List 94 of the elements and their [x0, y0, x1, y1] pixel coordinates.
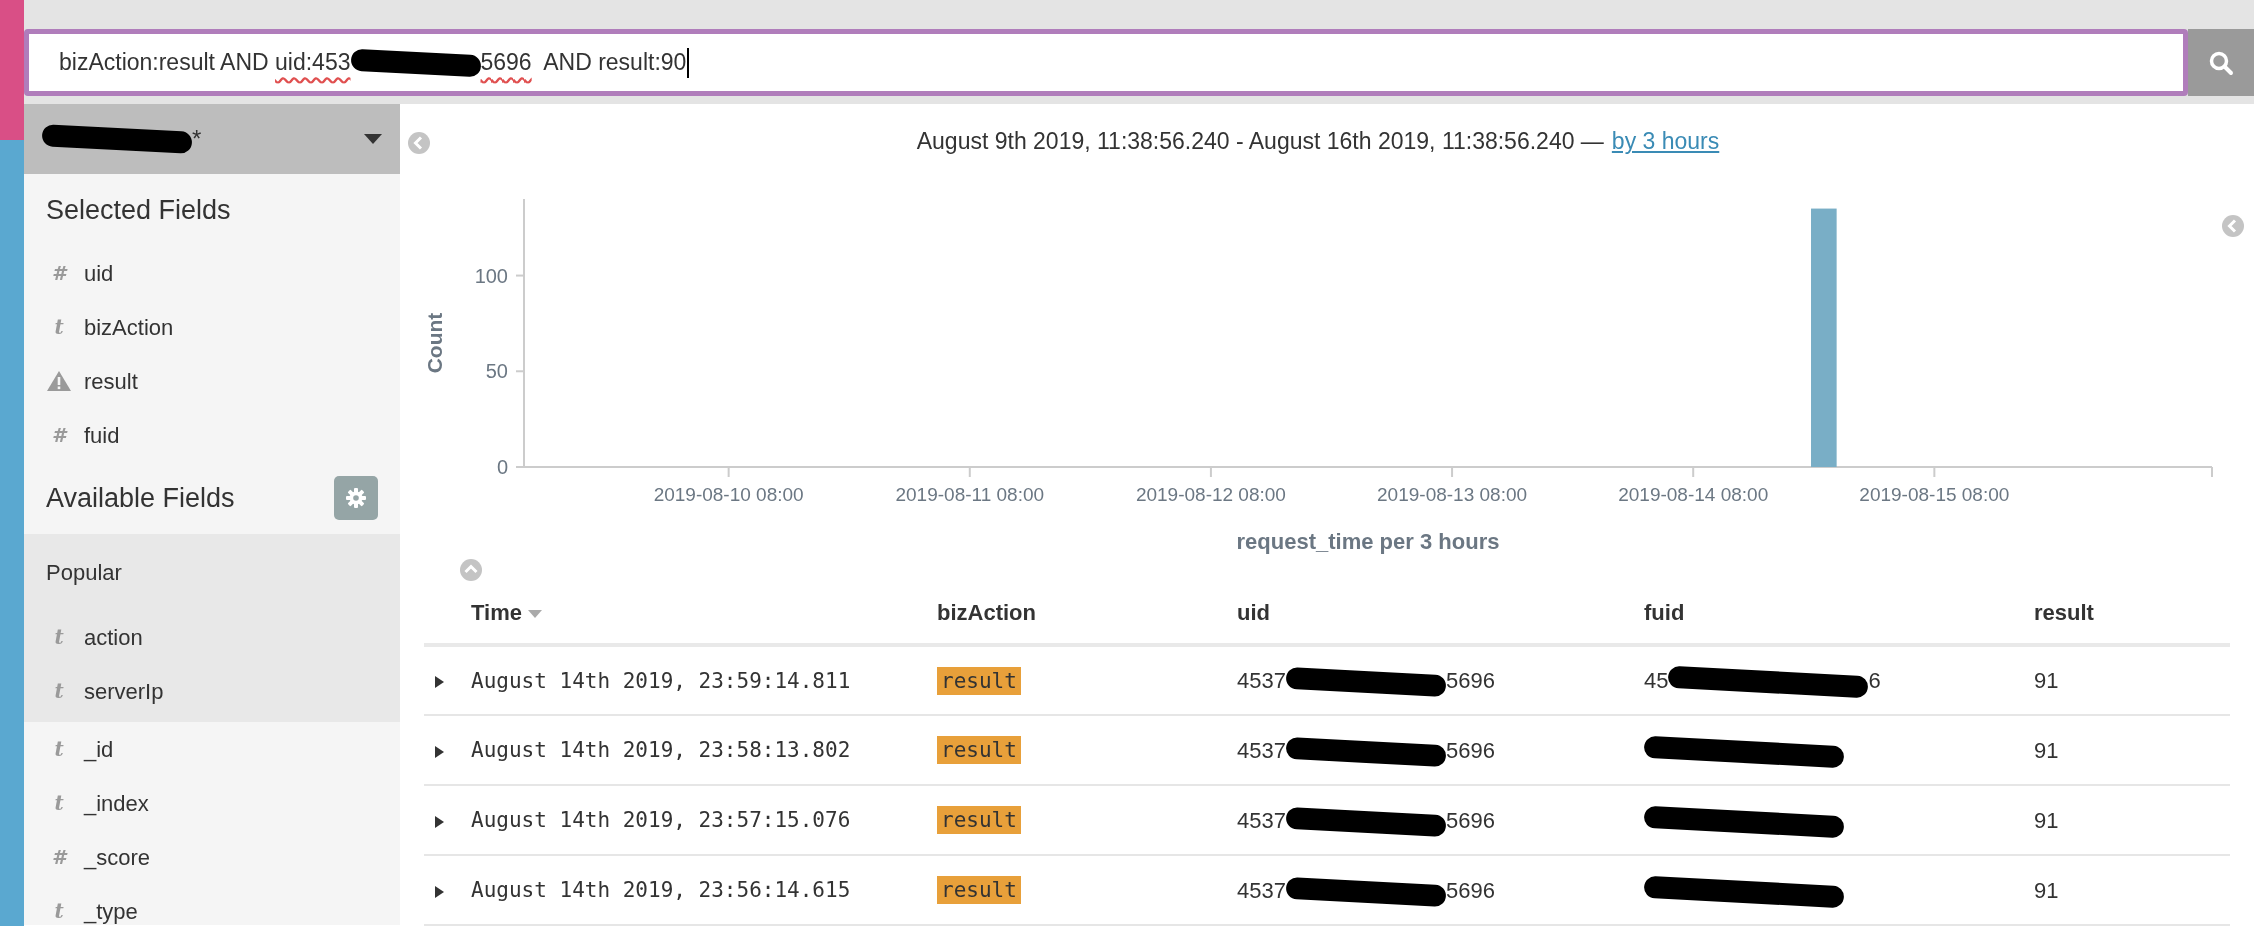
column-header[interactable]: bizAction	[936, 581, 1236, 645]
field-item[interactable]: # fuid	[24, 408, 400, 462]
column-header[interactable]: fuid	[1643, 581, 2033, 645]
x-tick-label: 2019-08-14 08:00	[1618, 484, 1769, 505]
field-item[interactable]: result	[24, 354, 400, 408]
collapse-icon[interactable]	[408, 132, 430, 155]
string-type-icon: t	[46, 676, 72, 706]
table-cell-text: 4537	[1237, 668, 1286, 693]
table-cell-text: 45	[1644, 668, 1669, 693]
field-item[interactable]: t action	[24, 610, 400, 664]
timestamp: August 14th 2019, 23:56:14.615	[471, 878, 851, 903]
string-type-icon: t	[46, 622, 72, 652]
field-item[interactable]: # uid	[24, 246, 400, 300]
table-cell-text: 6	[1868, 668, 1881, 693]
field-name: action	[84, 623, 143, 652]
timestamp: August 14th 2019, 23:59:14.811	[471, 668, 851, 693]
field-name: _score	[84, 843, 151, 872]
table-cell-text: 91	[2034, 807, 2059, 833]
number-type-icon: #	[46, 258, 72, 288]
time-range-text: August 9th 2019, 11:38:56.240 - August 16th 2019, 11:38:56.240 —	[916, 127, 1604, 157]
string-type-icon: t	[46, 788, 72, 818]
table-cell-text: 5696	[1445, 668, 1495, 693]
field-name: serverIp	[84, 677, 164, 706]
field-name: bizAction	[84, 313, 174, 342]
field-item[interactable]: t bizAction	[24, 300, 400, 354]
table-cell-text: 4537	[1237, 737, 1286, 763]
number-type-icon: #	[46, 842, 72, 872]
table-cell-text: 5696	[1445, 737, 1495, 763]
section-title: Selected Fields	[45, 193, 232, 227]
expand-icon[interactable]	[435, 815, 444, 828]
string-type-icon: t	[46, 896, 72, 925]
query-input-field[interactable]: bizAction:result AND uid:453 5696 AND result:90	[24, 29, 2188, 96]
interval-link[interactable]: by 3 hours	[1611, 124, 1720, 159]
query-text: 5696	[480, 48, 532, 78]
query-text: uid:453	[275, 48, 351, 78]
settings-button[interactable]	[334, 476, 378, 520]
field-name: fuid	[84, 421, 120, 450]
field-name: result	[84, 367, 138, 396]
expand-icon[interactable]	[435, 745, 444, 758]
dropdown-caret-icon	[364, 134, 382, 144]
x-axis-title: request_time per 3 hours	[1236, 529, 1500, 554]
highlighted-value: result	[937, 806, 1021, 835]
timestamp: August 14th 2019, 23:57:15.076	[471, 808, 851, 833]
table-cell-text: 5696	[1445, 877, 1495, 903]
index-pattern-selector[interactable]: *	[24, 104, 400, 174]
histogram-bar[interactable]	[1811, 208, 1837, 467]
timestamp: August 14th 2019, 23:58:13.802	[471, 738, 851, 763]
search-button[interactable]	[2188, 29, 2254, 96]
field-item[interactable]: t _index	[24, 776, 400, 830]
string-type-icon: t	[46, 312, 72, 342]
x-tick-label: 2019-08-10 08:00	[653, 484, 804, 505]
field-item[interactable]: t _id	[24, 722, 400, 776]
field-item[interactable]: # _score	[24, 830, 400, 884]
y-tick-label: 0	[496, 456, 508, 478]
field-item[interactable]: t _type	[24, 884, 400, 925]
y-tick-label: 100	[474, 264, 508, 287]
y-axis-title: Count	[423, 312, 446, 374]
text-cursor	[687, 47, 690, 78]
index-pattern-name: *	[192, 124, 202, 154]
expand-icon[interactable]	[435, 885, 444, 898]
string-type-icon: t	[46, 734, 72, 764]
table-cell-text: 4537	[1237, 807, 1286, 833]
column-header[interactable]: Time	[470, 581, 936, 645]
column-header[interactable]: result	[2033, 581, 2230, 645]
section-title: Available Fields	[46, 481, 235, 515]
collapse-up-icon[interactable]	[460, 559, 482, 581]
field-item[interactable]: t serverIp	[24, 664, 400, 718]
table-cell-text: 91	[2034, 877, 2059, 903]
number-type-icon: #	[46, 420, 72, 450]
table-cell-text: 91	[2034, 668, 2059, 693]
column-header[interactable]: uid	[1236, 581, 1643, 645]
x-tick-label: 2019-08-12 08:00	[1135, 484, 1286, 505]
field-name: _id	[84, 735, 114, 764]
field-name: _type	[84, 897, 138, 925]
search-icon	[2208, 49, 2234, 76]
x-tick-label: 2019-08-15 08:00	[1859, 484, 2010, 505]
section-title: Popular	[45, 558, 123, 587]
highlighted-value: result	[937, 666, 1021, 695]
collapse-icon[interactable]	[2222, 215, 2244, 237]
field-name: uid	[84, 259, 114, 288]
expand-icon[interactable]	[435, 676, 444, 689]
field-name: _index	[84, 789, 149, 818]
warning-icon	[46, 370, 72, 392]
x-tick-label: 2019-08-11 08:00	[895, 484, 1045, 505]
x-tick-label: 2019-08-13 08:00	[1377, 484, 1528, 505]
table-cell-text: 91	[2034, 737, 2059, 763]
y-tick-label: 50	[485, 360, 508, 383]
query-text: bizAction:result AND	[59, 48, 270, 78]
query-text: AND result:90	[542, 48, 687, 78]
highlighted-value: result	[937, 736, 1021, 765]
sort-caret-icon[interactable]	[527, 609, 542, 618]
table-cell-text: 5696	[1445, 807, 1495, 833]
highlighted-value: result	[937, 876, 1021, 905]
table-cell-text: 4537	[1237, 877, 1286, 903]
